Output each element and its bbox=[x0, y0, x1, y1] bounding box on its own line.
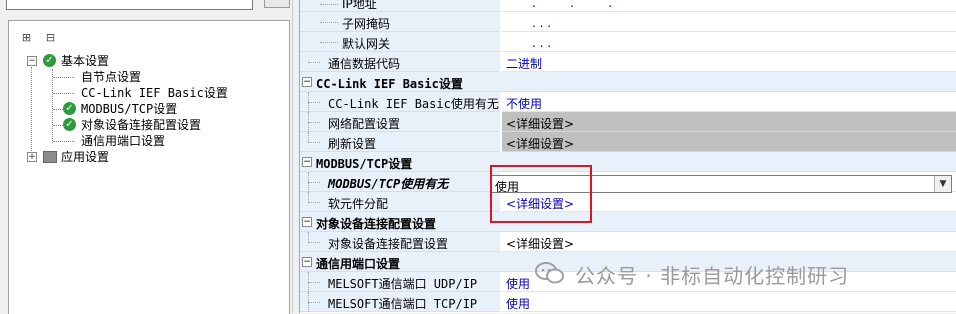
row-value: 不使用 bbox=[506, 97, 543, 111]
cclink-enable-value[interactable]: 不使用 bbox=[502, 92, 956, 112]
row-value: . . . bbox=[532, 16, 552, 30]
watermark: 公众号 · 非标自动化控制研习 bbox=[535, 258, 935, 292]
section-title: CC-Link IEF Basic设置 bbox=[316, 77, 463, 91]
row-device-assign[interactable]: 软元件分配 <详细设置> bbox=[300, 192, 956, 212]
row-label: 默认网关 bbox=[342, 37, 391, 51]
section-target-device[interactable]: − 对象设备连接配置设置 bbox=[300, 212, 956, 232]
row-melsoft-tcp[interactable]: MELSOFT通信端口 TCP/IP 使用 bbox=[300, 292, 956, 312]
left-top-bar bbox=[4, 0, 292, 12]
row-cclink-enable[interactable]: CC-Link IEF Basic使用有无 不使用 bbox=[300, 92, 956, 112]
row-label: 软元件分配 bbox=[328, 197, 389, 211]
row-label: MODBUS/TCP使用有无 bbox=[328, 177, 449, 191]
row-value: 使用 bbox=[506, 297, 531, 311]
tree-line bbox=[53, 141, 75, 142]
check-icon: ✓ bbox=[63, 118, 76, 131]
row-value: . . . bbox=[532, 36, 552, 50]
tree-item-label: 应用设置 bbox=[61, 150, 110, 164]
tree-item-cclink[interactable]: CC-Link IEF Basic设置 bbox=[81, 85, 228, 101]
row-value: <详细设置> bbox=[506, 197, 575, 211]
row-data-code[interactable]: 通信数据代码 二进制 bbox=[300, 52, 956, 72]
check-icon: ✓ bbox=[63, 102, 76, 115]
section-title: 对象设备连接配置设置 bbox=[316, 217, 437, 231]
row-default-gateway[interactable]: 默认网关 . . . bbox=[300, 32, 956, 52]
tree-item-label: CC-Link IEF Basic设置 bbox=[81, 86, 228, 100]
refresh-value[interactable]: <详细设置> bbox=[502, 132, 956, 152]
tree-item-label: 对象设备连接配置设置 bbox=[81, 118, 202, 132]
data-code-value[interactable]: 二进制 bbox=[502, 52, 956, 72]
panel-splitter[interactable] bbox=[292, 0, 300, 313]
filter-button[interactable] bbox=[264, 0, 290, 8]
collapse-icon[interactable]: − bbox=[302, 157, 312, 167]
network-config-value[interactable]: <详细设置> bbox=[502, 112, 956, 132]
expand-all-icon[interactable]: ⊞ bbox=[19, 30, 34, 45]
collapse-icon[interactable]: − bbox=[27, 56, 37, 66]
tree-line bbox=[53, 77, 75, 78]
check-icon: ✓ bbox=[43, 54, 56, 67]
tree-item-label: 自节点设置 bbox=[81, 70, 142, 84]
collapse-all-icon[interactable]: ⊟ bbox=[43, 30, 58, 45]
row-label: 网络配置设置 bbox=[328, 117, 401, 131]
subnet-mask-value[interactable]: . . . bbox=[502, 12, 956, 32]
expand-icon[interactable]: + bbox=[27, 152, 37, 162]
row-label: CC-Link IEF Basic使用有无 bbox=[328, 97, 499, 111]
collapse-icon[interactable]: − bbox=[302, 257, 312, 267]
row-subnet-mask[interactable]: 子网掩码 . . . bbox=[300, 12, 956, 32]
row-label: MELSOFT通信端口 UDP/IP bbox=[328, 277, 478, 291]
row-value: <详细设置> bbox=[506, 137, 575, 151]
filter-field[interactable] bbox=[6, 0, 253, 10]
wechat-icon bbox=[535, 262, 564, 284]
row-label: 刷新设置 bbox=[328, 137, 377, 151]
row-label: MELSOFT通信端口 TCP/IP bbox=[328, 297, 478, 311]
row-label: 对象设备连接配置设置 bbox=[328, 237, 449, 251]
watermark-text: 公众号 · 非标自动化控制研习 bbox=[575, 264, 850, 288]
row-ip-address[interactable]: IP地址 . . . bbox=[300, 0, 956, 12]
section-modbus[interactable]: − MODBUS/TCP设置 bbox=[300, 152, 956, 172]
section-title: 通信用端口设置 bbox=[316, 257, 401, 271]
row-label: 通信数据代码 bbox=[328, 57, 401, 71]
tree-item-comm-port[interactable]: 通信用端口设置 bbox=[81, 133, 165, 149]
target-config-value[interactable]: <详细设置> bbox=[502, 232, 956, 252]
chevron-down-icon[interactable]: ▼ bbox=[934, 176, 951, 192]
row-label: IP地址 bbox=[342, 0, 377, 11]
modbus-enable-dropdown[interactable]: 使用 ▼ bbox=[490, 175, 952, 194]
row-value: 使用 bbox=[506, 277, 531, 291]
dropdown-selected-value: 使用 bbox=[495, 180, 520, 194]
row-target-config[interactable]: 对象设备连接配置设置 <详细设置> bbox=[300, 232, 956, 252]
settings-tree-panel: ⊞ ⊟ − ✓ 基本设置 自节点设置 CC-Link IEF Basic设置 ✓… bbox=[8, 20, 290, 314]
tree-item-label: 通信用端口设置 bbox=[81, 134, 166, 148]
tree-line bbox=[52, 69, 53, 143]
tree-line bbox=[31, 67, 32, 161]
tree-item-label: 基本设置 bbox=[61, 54, 110, 68]
row-value: 二进制 bbox=[506, 57, 543, 71]
tree-item-own-node[interactable]: 自节点设置 bbox=[81, 69, 141, 85]
device-assign-value[interactable]: <详细设置> bbox=[502, 192, 956, 212]
ip-address-value[interactable]: . . . bbox=[502, 0, 956, 12]
collapse-icon[interactable]: − bbox=[302, 217, 312, 227]
row-refresh[interactable]: 刷新设置 <详细设置> bbox=[300, 132, 956, 152]
settings-folder-icon bbox=[43, 151, 57, 163]
section-cclink[interactable]: − CC-Link IEF Basic设置 bbox=[300, 72, 956, 92]
default-gateway-value[interactable]: . . . bbox=[502, 32, 956, 52]
row-value: <详细设置> bbox=[506, 117, 575, 131]
tree-line bbox=[53, 93, 75, 94]
row-network-config[interactable]: 网络配置设置 <详细设置> bbox=[300, 112, 956, 132]
row-label: 子网掩码 bbox=[342, 17, 391, 31]
tree-item-label: MODBUS/TCP设置 bbox=[81, 102, 178, 116]
section-title: MODBUS/TCP设置 bbox=[316, 157, 413, 171]
melsoft-tcp-value[interactable]: 使用 bbox=[502, 292, 956, 312]
row-value: <详细设置> bbox=[506, 237, 575, 251]
collapse-icon[interactable]: − bbox=[302, 77, 312, 87]
